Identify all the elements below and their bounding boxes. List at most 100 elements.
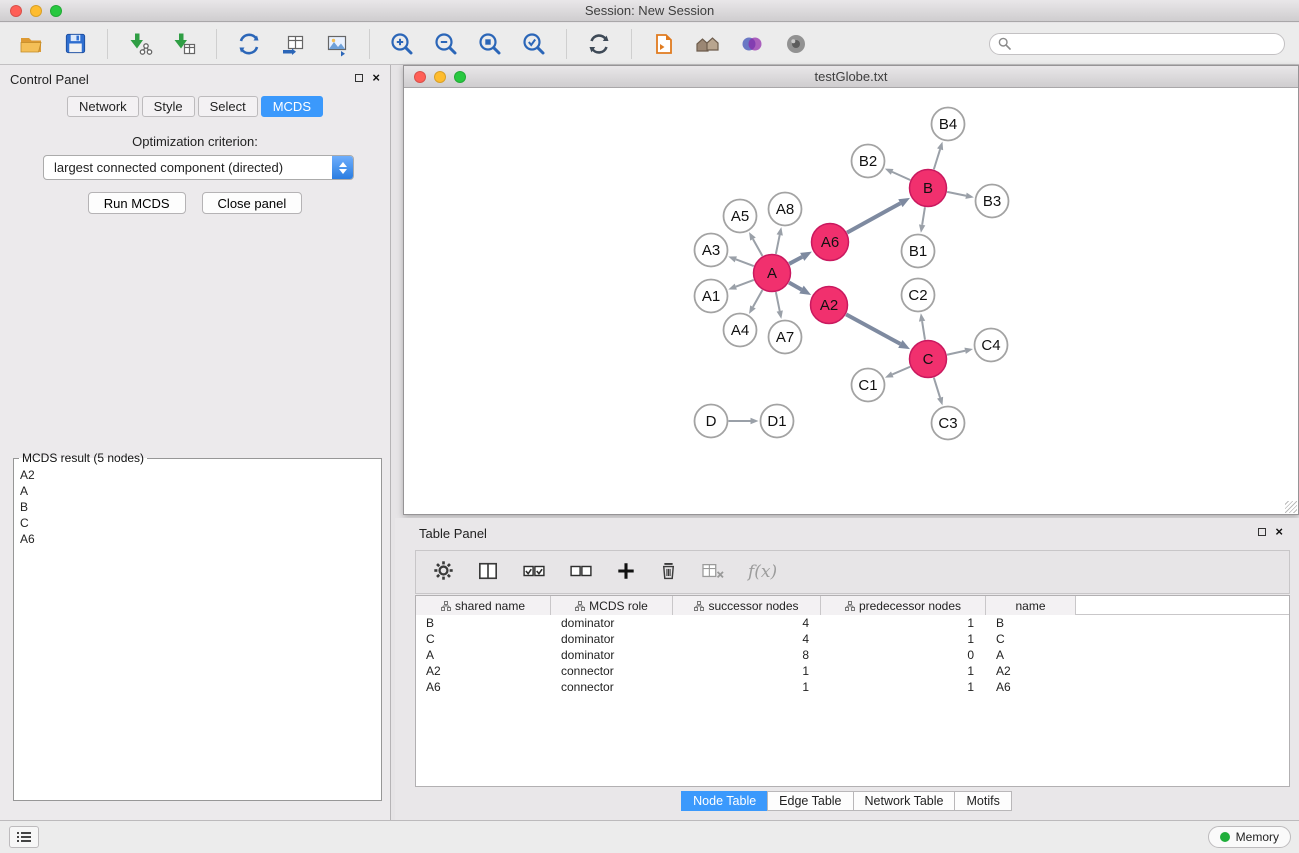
graph-edge[interactable]: [789, 283, 802, 290]
table-cell[interactable]: 1: [821, 615, 986, 631]
zoom-selected-button[interactable]: [517, 27, 551, 61]
delete-table-button[interactable]: [701, 561, 725, 584]
column-header-name[interactable]: name: [986, 596, 1076, 615]
tab-edge-table[interactable]: Edge Table: [767, 791, 853, 811]
graph-edge[interactable]: [736, 259, 754, 266]
export-table-button[interactable]: [276, 27, 310, 61]
table-cell[interactable]: 1: [821, 679, 986, 695]
table-cell[interactable]: A: [986, 647, 1076, 663]
zoom-in-button[interactable]: [385, 27, 419, 61]
graph-edge[interactable]: [934, 378, 940, 398]
save-session-button[interactable]: [58, 27, 92, 61]
table-cell[interactable]: 1: [821, 631, 986, 647]
zoom-out-button[interactable]: [429, 27, 463, 61]
table-cell[interactable]: C: [416, 631, 551, 647]
function-builder-button[interactable]: f(x): [748, 562, 777, 582]
table-cell[interactable]: 1: [673, 679, 821, 695]
table-cell[interactable]: B: [986, 615, 1076, 631]
graph-edge[interactable]: [753, 290, 762, 307]
graph-edge[interactable]: [892, 172, 910, 180]
refresh-layout-button[interactable]: [582, 27, 616, 61]
import-table-button[interactable]: [167, 27, 201, 61]
optimization-criterion-dropdown[interactable]: largest connected component (directed): [43, 155, 354, 180]
diffusion-button[interactable]: [735, 27, 769, 61]
graph-edge[interactable]: [776, 235, 780, 254]
table-cell[interactable]: dominator: [551, 647, 673, 663]
open-session-button[interactable]: [14, 27, 48, 61]
table-row[interactable]: A6connector11A6: [416, 679, 1289, 695]
graph-edge[interactable]: [736, 280, 754, 287]
show-column-button[interactable]: [477, 561, 499, 584]
table-cell[interactable]: connector: [551, 663, 673, 679]
graph-edge[interactable]: [947, 351, 965, 355]
mcds-result-item[interactable]: C: [14, 515, 381, 531]
deselect-all-button[interactable]: [569, 562, 593, 583]
tab-select[interactable]: Select: [198, 96, 258, 117]
table-cell[interactable]: A2: [986, 663, 1076, 679]
float-table-panel-icon[interactable]: [1258, 528, 1266, 536]
table-cell[interactable]: C: [986, 631, 1076, 647]
table-cell[interactable]: 1: [821, 663, 986, 679]
float-panel-icon[interactable]: [355, 74, 363, 82]
close-table-panel-icon[interactable]: ×: [1275, 527, 1283, 537]
table-cell[interactable]: 4: [673, 615, 821, 631]
graph-edge[interactable]: [776, 292, 780, 311]
select-all-button[interactable]: [522, 562, 546, 583]
tab-mcds[interactable]: MCDS: [261, 96, 323, 117]
column-header-successor-nodes[interactable]: successor nodes: [673, 596, 821, 615]
table-cell[interactable]: A6: [986, 679, 1076, 695]
table-cell[interactable]: A2: [416, 663, 551, 679]
graph-edge[interactable]: [922, 321, 925, 340]
network-canvas[interactable]: B4B2BB3A5A8A6A3B1AA1C2A2A4A7C4CC1C3DD1: [404, 89, 1298, 514]
dropdown-stepper[interactable]: [332, 156, 353, 179]
tab-motifs[interactable]: Motifs: [954, 791, 1011, 811]
tab-node-table[interactable]: Node Table: [681, 791, 768, 811]
zoom-fit-button[interactable]: [473, 27, 507, 61]
table-cell[interactable]: 1: [673, 663, 821, 679]
mcds-result-item[interactable]: A: [14, 483, 381, 499]
table-cell[interactable]: dominator: [551, 615, 673, 631]
add-column-button[interactable]: [616, 561, 636, 584]
mcds-result-item[interactable]: B: [14, 499, 381, 515]
copy-style-button[interactable]: [647, 27, 681, 61]
mcds-result-item[interactable]: A6: [14, 531, 381, 547]
graph-edge[interactable]: [934, 149, 940, 169]
export-image-button[interactable]: [320, 27, 354, 61]
table-cell[interactable]: B: [416, 615, 551, 631]
tab-style[interactable]: Style: [142, 96, 195, 117]
delete-column-button[interactable]: [659, 560, 678, 584]
table-cell[interactable]: A: [416, 647, 551, 663]
first-neighbors-button[interactable]: [691, 27, 725, 61]
table-settings-button[interactable]: [433, 560, 454, 584]
table-cell[interactable]: 8: [673, 647, 821, 663]
column-header-shared-name[interactable]: shared name: [416, 596, 551, 615]
mcds-result-item[interactable]: A2: [14, 467, 381, 483]
tab-network[interactable]: Network: [67, 96, 139, 117]
network-graph[interactable]: B4B2BB3A5A8A6A3B1AA1C2A2A4A7C4CC1C3DD1: [404, 89, 1298, 515]
memory-button[interactable]: Memory: [1208, 826, 1291, 848]
column-header-mcds-role[interactable]: MCDS role: [551, 596, 673, 615]
graph-edge[interactable]: [846, 314, 900, 344]
resize-grip[interactable]: [1285, 501, 1297, 513]
search-input[interactable]: [1016, 37, 1276, 51]
run-mcds-button[interactable]: Run MCDS: [88, 192, 186, 214]
table-row[interactable]: Adominator80A: [416, 647, 1289, 663]
graph-edge[interactable]: [922, 207, 925, 225]
table-cell[interactable]: dominator: [551, 631, 673, 647]
table-row[interactable]: A2connector11A2: [416, 663, 1289, 679]
graph-edge[interactable]: [847, 203, 900, 232]
table-row[interactable]: Cdominator41C: [416, 631, 1289, 647]
hide-button[interactable]: [779, 27, 813, 61]
close-panel-button[interactable]: Close panel: [202, 192, 303, 214]
graph-edge[interactable]: [892, 367, 910, 375]
table-cell[interactable]: 4: [673, 631, 821, 647]
search-box[interactable]: [989, 33, 1285, 55]
tab-network-table[interactable]: Network Table: [853, 791, 956, 811]
graph-edge[interactable]: [947, 192, 966, 196]
table-row[interactable]: Bdominator41B: [416, 615, 1289, 631]
column-header-predecessor-nodes[interactable]: predecessor nodes: [821, 596, 986, 615]
close-panel-icon[interactable]: ×: [372, 73, 380, 83]
graph-edge[interactable]: [753, 239, 762, 256]
table-cell[interactable]: A6: [416, 679, 551, 695]
task-history-button[interactable]: [9, 826, 39, 848]
